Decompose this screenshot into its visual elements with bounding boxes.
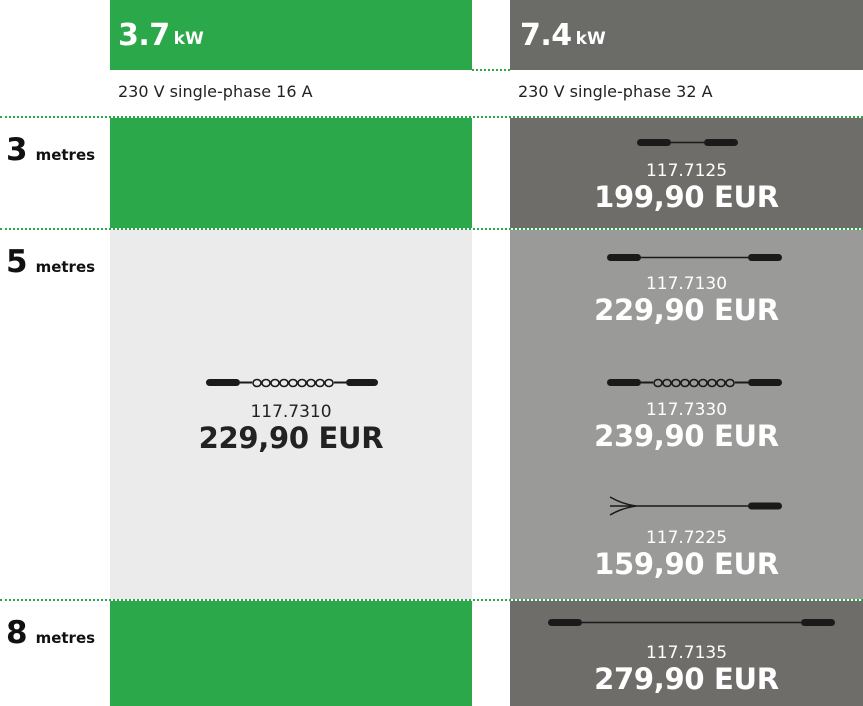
product-price: 279,90 EUR: [594, 662, 779, 696]
product-code: 117.7125: [645, 161, 728, 181]
product-code: 117.7310: [250, 402, 332, 422]
row-label-8-metres: 8 metres: [6, 615, 96, 651]
product-code: 117.7135: [645, 643, 728, 663]
power-value: 3.7: [118, 17, 170, 53]
column-header-7-4kw: 7.4 kW: [510, 0, 863, 70]
product-price: 239,90 EUR: [594, 419, 779, 453]
straight-cable-icon: [637, 139, 738, 146]
product-117-7135[interactable]: 117.7135 279,90 EUR: [510, 617, 863, 695]
power-unit: kW: [173, 29, 204, 49]
column-spec: 230 V single-phase 16 A: [118, 82, 313, 101]
product-code: 117.7225: [645, 528, 728, 548]
product-117-7225[interactable]: 117.7225 159,90 EUR: [510, 494, 863, 580]
row-label-3-metres: 3 metres: [6, 132, 96, 168]
straight-cable-icon: [548, 619, 835, 626]
straight-cable-icon: [607, 254, 782, 261]
product-117-7310[interactable]: 117.7310 229,90 EUR: [110, 374, 472, 454]
row-label-5-metres: 5 metres: [6, 244, 96, 280]
product-price: 199,90 EUR: [594, 180, 779, 214]
column-header-3-7kw: 3.7 kW: [110, 0, 472, 70]
column-spec: 230 V single-phase 32 A: [518, 82, 713, 101]
product-code: 117.7330: [645, 400, 728, 420]
coiled-cable-icon: [206, 378, 378, 388]
coiled-cable-icon: [607, 378, 782, 388]
product-price: 159,90 EUR: [594, 547, 779, 581]
open-end-cable-icon: [609, 496, 782, 516]
power-unit: kW: [575, 29, 606, 49]
product-117-7130[interactable]: 117.7130 229,90 EUR: [510, 252, 863, 326]
cell-3m-3-7kw-empty: [110, 118, 472, 228]
product-price: 229,90 EUR: [594, 293, 779, 327]
power-value: 7.4: [520, 17, 572, 53]
product-code: 117.7130: [645, 274, 728, 294]
product-117-7125[interactable]: 117.7125 199,90 EUR: [510, 137, 863, 213]
product-117-7330[interactable]: 117.7330 239,90 EUR: [510, 374, 863, 452]
product-price: 229,90 EUR: [198, 421, 384, 455]
header-divider: [472, 69, 510, 71]
cell-8m-3-7kw-empty: [110, 601, 472, 706]
